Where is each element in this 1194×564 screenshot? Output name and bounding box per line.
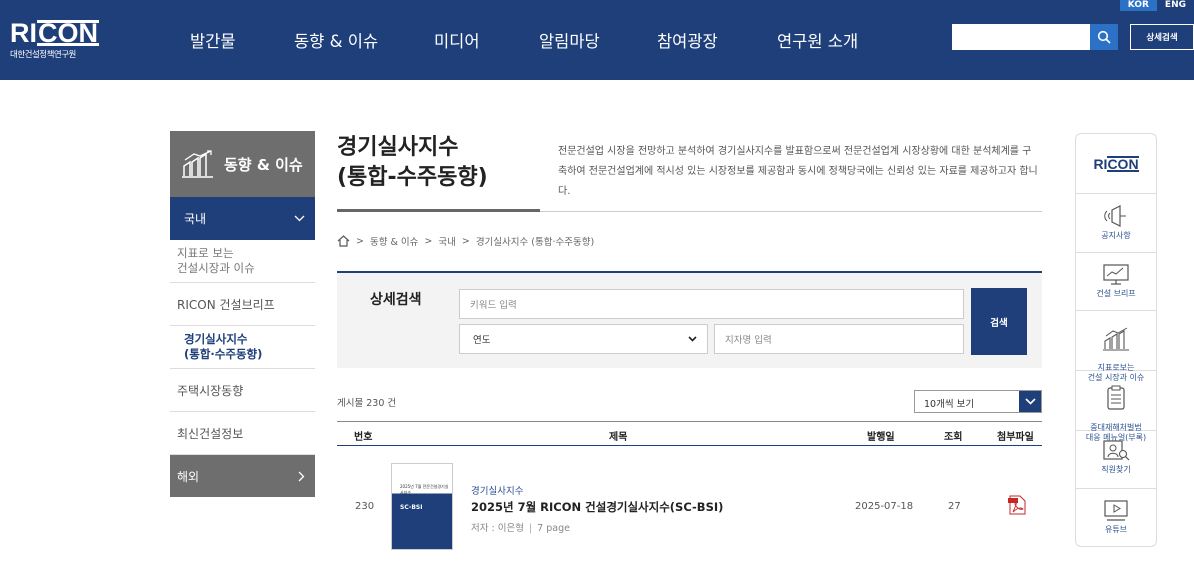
chevron-down-icon: [1024, 398, 1036, 405]
search-submit-button[interactable]: 검색: [971, 288, 1027, 355]
page-title-line1: 경기실사지수: [337, 135, 459, 160]
quick-menu-logo[interactable]: RI CON: [1076, 134, 1156, 194]
page-title: 경기실사지수 (통합-수주동향): [337, 133, 488, 193]
advanced-search-panel: 상세검색 키워드 입력 연도 지자명 입력 검색: [337, 271, 1042, 368]
site-logo[interactable]: RICON 대한건설정책연구원: [10, 20, 99, 60]
sidebar-item-brief[interactable]: RICON 건설브리프: [170, 283, 315, 326]
lang-kor[interactable]: KOR: [1119, 0, 1157, 11]
quick-item-label: 유튜브: [1104, 525, 1128, 534]
logo-subtitle: 대한건설정책연구원: [10, 50, 76, 60]
top-header: RICON 대한건설정책연구원 발간물 동향 & 이슈 미디어 알림마당 참여광…: [0, 0, 1194, 80]
side-nav-title: 동향 & 이슈: [224, 155, 303, 174]
main-nav: 발간물 동향 & 이슈 미디어 알림마당 참여광장 연구원 소개: [190, 28, 858, 52]
per-page-select[interactable]: 10개씩 보기: [914, 390, 1042, 413]
title-underline: [337, 209, 540, 212]
clipboard-icon: [1107, 385, 1125, 410]
keyword-input[interactable]: 키워드 입력: [459, 289, 964, 319]
quick-item-label: 공지사항: [1101, 231, 1131, 240]
region-input[interactable]: 지자명 입력: [714, 324, 964, 354]
col-date: 발행일: [867, 432, 895, 443]
building-chart-icon: [182, 150, 213, 178]
person-search-icon: [1103, 440, 1130, 461]
row-pages: 7 page: [537, 523, 570, 534]
nav-item-publications[interactable]: 발간물: [190, 28, 294, 52]
table-row[interactable]: 230 2025년 7월 전문건설경기실사지수 SC-BSI 경기실사지수 20…: [337, 446, 1042, 564]
row-date: 2025-07-18: [855, 501, 914, 512]
row-title-link[interactable]: 2025년 7월 RICON 건설경기실사지수(SC-BSI): [471, 499, 723, 515]
chevron-down-icon: [294, 215, 305, 222]
language-switch: KOR ENG: [1119, 0, 1194, 11]
megaphone-icon: [1104, 205, 1126, 227]
side-nav-domestic-label: 국내: [184, 212, 207, 226]
quick-item-label: 건설 브리프: [1096, 289, 1136, 298]
breadcrumb-item[interactable]: 국내: [438, 234, 455, 248]
monitor-chart-icon: [1103, 264, 1129, 285]
col-views: 조회: [944, 432, 963, 443]
logo-wordmark: RICON: [10, 18, 99, 48]
search-panel-label: 상세검색: [370, 292, 422, 308]
video-icon: [1104, 500, 1128, 521]
row-author: 저자 : 이은형: [471, 523, 524, 534]
side-nav-foreign-label: 해외: [177, 469, 200, 484]
advanced-search-button[interactable]: 상세검색: [1130, 24, 1194, 50]
nav-item-participation[interactable]: 참여광장: [657, 28, 777, 52]
per-page-value: 10개씩 보기: [924, 399, 975, 410]
col-file: 첨부파일: [997, 432, 1034, 443]
side-nav-foreign[interactable]: 해외: [170, 455, 315, 497]
year-select-value: 연도: [473, 335, 491, 346]
header-search-button[interactable]: [1090, 24, 1118, 50]
quick-menu: RI CON 공지사항 건설 브리프 지표로보는 건설 시장과 이슈 중대재해처벌…: [1075, 133, 1157, 547]
report-thumbnail[interactable]: 2025년 7월 전문건설경기실사지수 SC-BSI: [391, 463, 453, 550]
year-select[interactable]: 연도: [459, 324, 708, 354]
chevron-down-icon: [688, 336, 697, 342]
quick-item-youtube[interactable]: 유튜브: [1076, 489, 1156, 546]
nav-item-notice[interactable]: 알림마당: [539, 28, 657, 52]
side-nav: 동향 & 이슈 국내 지표로 보는 건설시장과 이슈 RICON 건설브리프 경…: [170, 131, 315, 497]
page-title-line2: (통합-수주동향): [337, 165, 488, 190]
result-count: 게시물 230 건: [337, 398, 397, 409]
lang-eng[interactable]: ENG: [1156, 0, 1194, 11]
col-title: 제목: [609, 432, 628, 443]
table-header: 번호 제목 발행일 조회 첨부파일: [337, 421, 1042, 446]
quick-item-notice[interactable]: 공지사항: [1076, 195, 1156, 253]
breadcrumb-item[interactable]: 동향 & 이슈: [370, 234, 418, 248]
sidebar-item-bsi[interactable]: 경기실사지수 (통합·수주동향): [170, 326, 315, 369]
quick-item-staff[interactable]: 직원찾기: [1076, 431, 1156, 489]
nav-item-media[interactable]: 미디어: [434, 28, 539, 52]
breadcrumb: > 동향 & 이슈 > 국내 > 경기실사지수 (통합·수주동향): [337, 234, 594, 248]
quick-item-brief[interactable]: 건설 브리프: [1076, 253, 1156, 311]
pdf-icon[interactable]: [1007, 495, 1027, 515]
per-page-toggle[interactable]: [1019, 391, 1041, 412]
nav-item-trends[interactable]: 동향 & 이슈: [294, 28, 434, 52]
sidebar-item-indicators[interactable]: 지표로 보는 건설시장과 이슈: [170, 240, 315, 283]
chevron-right-icon: [298, 471, 305, 481]
quick-item-indicators[interactable]: 지표로보는 건설 시장과 이슈: [1076, 311, 1156, 382]
thumbnail-label: SC-BSI: [400, 504, 423, 511]
row-number: 230: [355, 501, 375, 512]
sidebar-item-housing[interactable]: 주택시장동향: [170, 369, 315, 412]
quick-item-label: 직원찾기: [1101, 465, 1131, 474]
quick-item-manual[interactable]: 중대재해처벌법 대응 메뉴얼(부록): [1076, 371, 1156, 442]
col-num: 번호: [354, 432, 373, 443]
side-nav-header: 동향 & 이슈: [170, 131, 315, 197]
page-description: 전문건설업 시장을 전망하고 분석하여 경기실사지수를 발표함으로써 전문건설업…: [558, 146, 1038, 197]
header-search-input[interactable]: [952, 24, 1090, 50]
nav-item-about[interactable]: 연구원 소개: [777, 28, 858, 52]
row-category: 경기실사지수: [471, 486, 524, 497]
row-meta: 저자 : 이은형 | 7 page: [471, 523, 570, 534]
thumbnail-caption: 2025년 7월 전문건설경기실사지수: [400, 484, 449, 495]
home-icon[interactable]: [337, 235, 350, 247]
side-nav-domestic[interactable]: 국내: [170, 197, 315, 240]
title-divider: [540, 211, 1042, 212]
sidebar-item-construction-info[interactable]: 최신건설정보: [170, 412, 315, 455]
search-icon: [1097, 30, 1111, 44]
row-views: 27: [948, 501, 961, 512]
building-chart-icon: [1103, 327, 1129, 351]
breadcrumb-current: 경기실사지수 (통합·수주동향): [475, 237, 595, 248]
